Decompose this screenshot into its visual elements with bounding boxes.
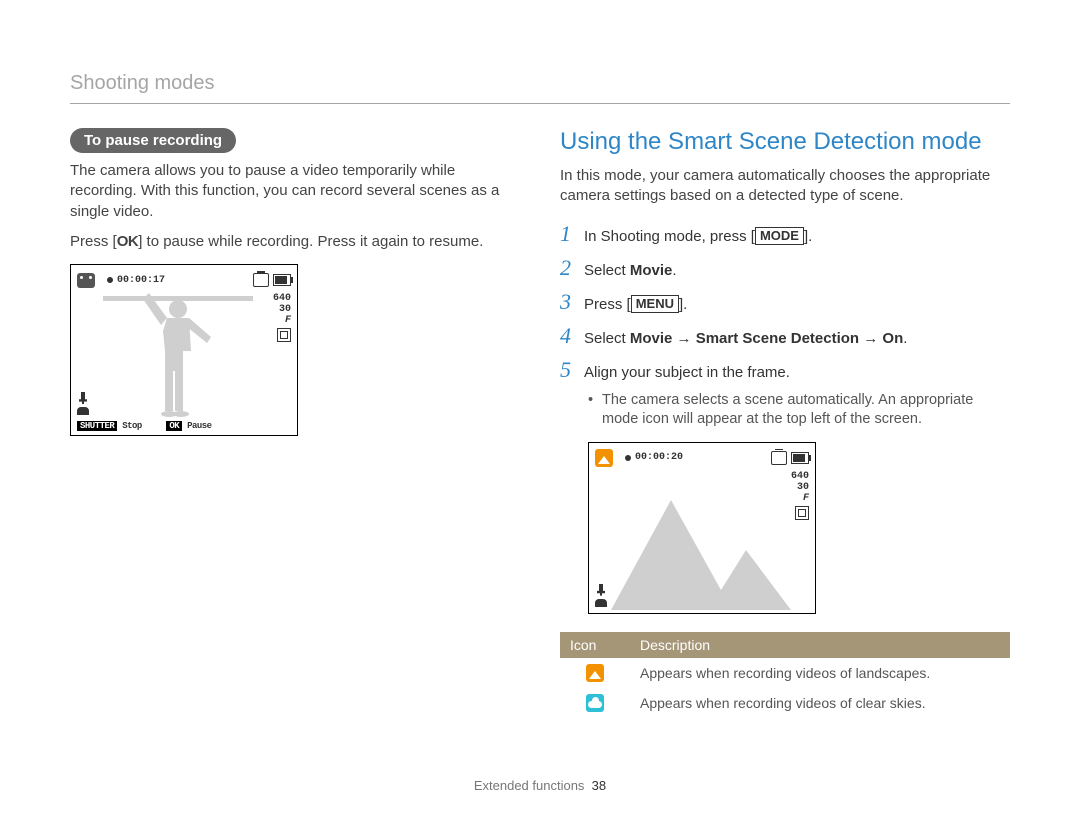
table-header-row: Icon Description <box>560 632 1010 658</box>
ok-label: OK <box>166 421 182 431</box>
pause-label: Pause <box>187 421 212 431</box>
steps-list: 1 In Shooting mode, press [MODE]. 2 Sele… <box>560 221 1010 383</box>
step-2: 2 Select Movie. <box>560 255 1010 281</box>
cam-top-bar: 00:00:17 <box>77 271 291 289</box>
pause-desc: The camera allows you to pause a video t… <box>70 161 520 222</box>
step-5: 5 Align your subject in the frame. <box>560 357 1010 383</box>
s3-pre: Press [ <box>584 296 631 313</box>
pause-instruction: Press [OK] to pause while recording. Pre… <box>70 232 520 252</box>
step-num-3: 3 <box>560 289 584 315</box>
camera-screenshot-smart: 00:00:20 640 30 F <box>588 442 816 614</box>
mic-icon <box>596 584 606 596</box>
s1-post: ]. <box>804 228 812 245</box>
breadcrumb: Shooting modes <box>70 72 1010 104</box>
step-1: 1 In Shooting mode, press [MODE]. <box>560 221 1010 247</box>
f-icon-2: F <box>791 493 809 504</box>
mode-button-label: MODE <box>755 227 804 245</box>
landscape-icon <box>586 664 604 682</box>
icon-description-table: Icon Description Appears when recording … <box>560 632 1010 719</box>
fps: 30 <box>273 304 291 315</box>
storage-icon <box>253 273 269 287</box>
th-desc: Description <box>630 632 1010 658</box>
mic-icon <box>78 392 88 404</box>
rec-time-2: 00:00:20 <box>635 452 683 463</box>
cam-right-info-2: 640 30 F <box>791 471 809 524</box>
ok-button-label: OK <box>117 232 139 252</box>
content-columns: To pause recording The camera allows you… <box>70 128 1010 718</box>
focus-icon <box>277 328 291 342</box>
cam-right-info: 640 30 F <box>273 293 291 346</box>
s2-post: . <box>672 262 676 279</box>
shutter-label: SHUTTER <box>77 421 117 431</box>
step-num-5: 5 <box>560 357 584 383</box>
cam-left-icons-2 <box>595 584 607 607</box>
th-icon: Icon <box>560 632 630 658</box>
movie-icon <box>77 273 95 288</box>
s3-post: ]. <box>679 296 687 313</box>
resolution-2: 640 <box>791 471 809 482</box>
s4-bold: Movie → Smart Scene Detection → On <box>630 330 903 347</box>
rec-time: 00:00:17 <box>117 275 165 286</box>
row1-desc: Appears when recording videos of landsca… <box>630 658 1010 688</box>
step-num-4: 4 <box>560 323 584 349</box>
step-3: 3 Press [MENU]. <box>560 289 1010 315</box>
table-row: Appears when recording videos of clear s… <box>560 688 1010 718</box>
row2-desc: Appears when recording videos of clear s… <box>630 688 1010 718</box>
s2-pre: Select <box>584 262 630 279</box>
s5-text: Align your subject in the frame. <box>584 364 790 381</box>
step-4: 4 Select Movie → Smart Scene Detection →… <box>560 323 1010 349</box>
cam-bottom-bar: SHUTTER Stop OK Pause <box>77 421 212 431</box>
stop-label: Stop <box>122 421 142 431</box>
right-column: Using the Smart Scene Detection mode In … <box>560 128 1010 718</box>
step-num-1: 1 <box>560 221 584 247</box>
s4-post: . <box>903 330 907 347</box>
mountain-silhouette <box>611 480 799 610</box>
section-title: Using the Smart Scene Detection mode <box>560 128 1010 156</box>
f-icon: F <box>273 315 291 326</box>
landscape-mode-icon <box>595 449 613 467</box>
bullet-dot: • <box>588 391 602 430</box>
section-intro: In this mode, your camera automatically … <box>560 166 1010 207</box>
battery-icon <box>273 274 291 286</box>
battery-icon <box>791 452 809 464</box>
left-column: To pause recording The camera allows you… <box>70 128 520 718</box>
pause-recording-pill: To pause recording <box>70 128 236 153</box>
footer-section: Extended functions <box>474 778 585 793</box>
page-footer: Extended functions 38 <box>0 778 1080 793</box>
record-dot-icon <box>107 277 113 283</box>
camera-screenshot-pause: 00:00:17 640 30 F <box>70 264 298 436</box>
s4-pre: Select <box>584 330 630 347</box>
table-row: Appears when recording videos of landsca… <box>560 658 1010 688</box>
step-num-2: 2 <box>560 255 584 281</box>
press-post: ] to pause while recording. Press it aga… <box>138 233 483 250</box>
resolution: 640 <box>273 293 291 304</box>
menu-button-label: MENU <box>631 295 679 313</box>
fps-2: 30 <box>791 482 809 493</box>
press-pre: Press [ <box>70 233 117 250</box>
record-dot-icon <box>625 455 631 461</box>
cam-top-bar-2: 00:00:20 <box>595 449 809 467</box>
cam-left-icons <box>77 392 89 415</box>
windcut-icon <box>77 407 89 415</box>
person-silhouette <box>103 291 253 421</box>
step5-bullet: • The camera selects a scene automatical… <box>588 391 1010 430</box>
sky-icon <box>586 694 604 712</box>
focus-icon <box>795 506 809 520</box>
storage-icon <box>771 451 787 465</box>
s1-pre: In Shooting mode, press [ <box>584 228 755 245</box>
page-number: 38 <box>592 778 606 793</box>
windcut-icon <box>595 599 607 607</box>
bullet-text: The camera selects a scene automatically… <box>602 391 1010 430</box>
s2-bold: Movie <box>630 262 673 279</box>
